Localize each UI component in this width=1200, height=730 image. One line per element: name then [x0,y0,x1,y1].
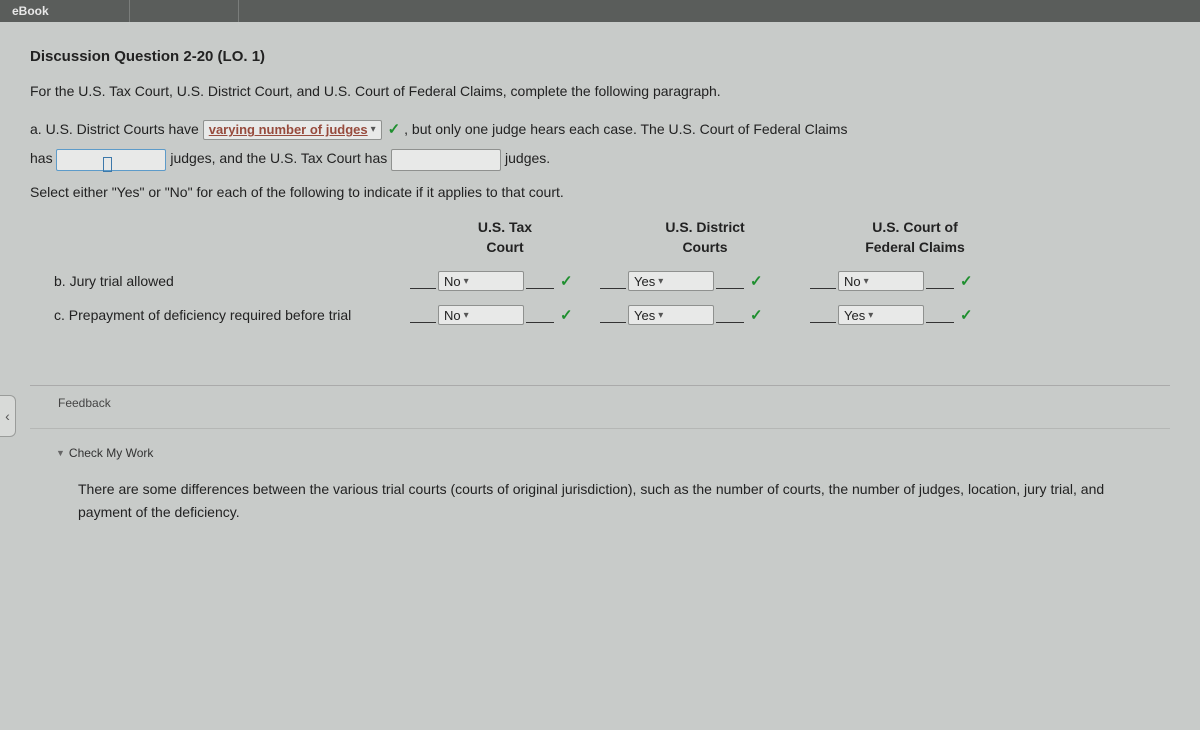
main-content: Discussion Question 2-20 (LO. 1) For the… [0,22,1200,533]
caret-down-icon: ▾ [461,276,472,287]
judges-count-dropdown[interactable]: varying number of judges ▾ [203,120,382,140]
feedback-body: There are some differences between the v… [78,478,1140,523]
check-icon: ✓ [960,272,973,290]
check-icon: ✓ [750,306,763,324]
check-icon: ✓ [750,272,763,290]
tab-placeholder [129,0,239,22]
ebook-link[interactable]: eBook [12,4,49,18]
row-c-fedclaims-dropdown[interactable]: Yes ▾ [838,305,924,325]
dropdown-value: Yes [844,308,865,323]
check-icon: ✓ [560,306,573,324]
row-b-district-dropdown[interactable]: Yes ▾ [628,271,714,291]
dropdown-value: No [444,274,461,289]
dropdown-value: varying number of judges [209,116,368,144]
fed-claims-judges-input[interactable] [56,149,166,171]
row-c-tax-dropdown[interactable]: No ▾ [438,305,524,325]
caret-down-icon: ▾ [655,276,666,287]
top-bar: eBook [0,0,1200,22]
check-icon: ✓ [960,306,973,324]
row-c-label: c. Prepayment of deficiency required bef… [30,306,410,326]
row-b-tax-dropdown[interactable]: No ▾ [438,271,524,291]
dropdown-value: Yes [634,308,655,323]
question-title: Discussion Question 2-20 (LO. 1) [30,48,1170,65]
part-a-has: has [30,150,53,166]
caret-down-icon: ▾ [461,310,472,321]
header-tax-court: U.S. Tax Court [410,218,600,257]
sidebar-toggle[interactable]: ‹ [0,395,16,437]
sub-instruction: Select either "Yes" or "No" for each of … [30,184,1170,200]
header-federal-claims: U.S. Court of Federal Claims [810,218,1020,257]
check-my-work-toggle[interactable]: ▼ Check My Work [56,446,153,460]
dropdown-value: Yes [634,274,655,289]
caret-down-icon: ▾ [865,310,876,321]
caret-down-icon: ▾ [368,116,379,144]
row-b-fedclaims-dropdown[interactable]: No ▾ [838,271,924,291]
tax-court-judges-input[interactable] [391,149,501,171]
check-my-work-label: Check My Work [69,446,153,460]
intro-text: For the U.S. Tax Court, U.S. District Co… [30,83,1170,99]
courts-table: U.S. Tax Court U.S. District Courts U.S.… [30,218,1170,325]
caret-down-icon: ▾ [861,276,872,287]
part-a-prefix: a. U.S. District Courts have [30,121,199,137]
check-icon: ✓ [388,116,401,144]
row-b-label: b. Jury trial allowed [30,272,410,292]
part-a: a. U.S. District Courts have varying num… [30,115,1170,172]
part-a-after-dd: , but only one judge hears each case. Th… [404,121,847,137]
check-icon: ✓ [560,272,573,290]
feedback-heading: Feedback [58,396,1170,410]
row-c-district-dropdown[interactable]: Yes ▾ [628,305,714,325]
part-a-end: judges. [505,150,550,166]
divider [30,428,1170,429]
caret-down-icon: ▾ [655,310,666,321]
chevron-left-icon: ‹ [5,408,10,424]
dropdown-value: No [844,274,861,289]
feedback-section: Feedback ▼ Check My Work There are some … [30,385,1170,523]
triangle-down-icon: ▼ [56,448,65,458]
dropdown-value: No [444,308,461,323]
header-district-courts: U.S. District Courts [600,218,810,257]
part-a-mid: judges, and the U.S. Tax Court has [170,150,387,166]
